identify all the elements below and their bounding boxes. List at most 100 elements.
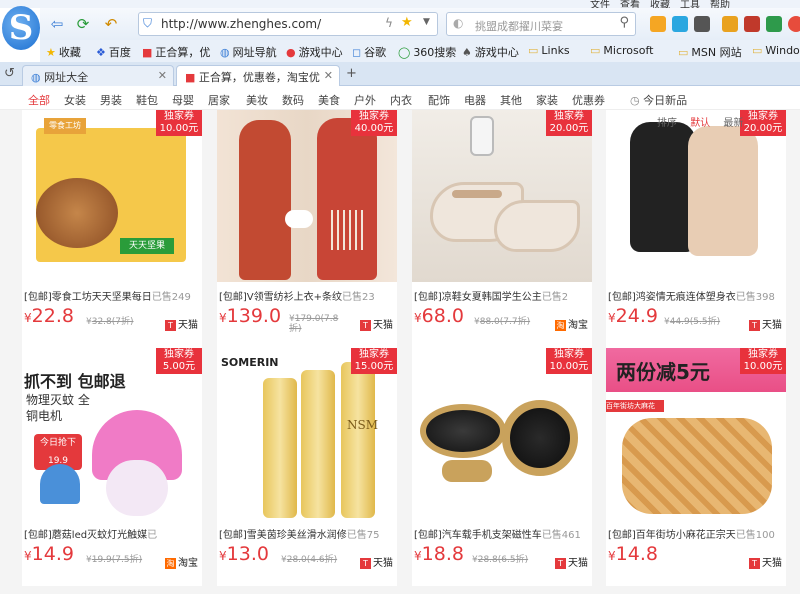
category-item[interactable]: 美食 <box>318 92 340 108</box>
product-title[interactable]: [包邮]V领雪纺衫上衣+条纹已售23 <box>219 288 395 303</box>
sort-newest[interactable]: 最新 <box>723 118 743 129</box>
tab-zhenghes[interactable]: ■ 正合算，优惠卷，淘宝优 ✕ <box>176 65 340 86</box>
shop-badge: T 天猫 <box>555 554 588 569</box>
coupon-badge[interactable]: 独家券 15.00元 <box>351 348 397 374</box>
category-item[interactable]: 女装 <box>64 92 86 108</box>
product-title[interactable]: [包邮]雪美茵珍美丝滑水润修已售75 <box>219 526 395 541</box>
brand-logo: SOMERIN <box>221 356 279 369</box>
bookmark-item[interactable]: ★ 收藏 <box>46 44 81 60</box>
product-price: ¥22.8 <box>24 305 74 327</box>
key-icon[interactable] <box>722 16 738 32</box>
coupon-badge[interactable]: 独家券 40.00元 <box>351 110 397 136</box>
category-item[interactable]: 内衣 <box>390 92 412 108</box>
refresh-icon[interactable]: ⟳ <box>72 14 94 34</box>
taobao-icon: 淘 <box>555 320 566 331</box>
undo-tab-icon[interactable]: ↺ <box>4 66 15 81</box>
category-item[interactable]: 其他 <box>500 92 522 108</box>
sort-default[interactable]: 默认 <box>690 118 710 129</box>
bookmark-item[interactable]: ● 游戏中心 <box>286 44 343 60</box>
lightning-icon[interactable]: ϟ <box>385 16 393 30</box>
browser-logo[interactable]: S <box>2 6 40 50</box>
chevron-down-icon[interactable]: ▼ <box>423 17 430 27</box>
product-card[interactable]: 零食工坊 天天坚果 独家券 10.00元 [包邮]零食工坊天天坚果每日已售249 … <box>22 110 202 348</box>
bookmark-item[interactable]: ■ 正合算，优 <box>142 44 210 60</box>
bookmark-item[interactable]: ❖ 百度 <box>96 44 131 60</box>
product-card[interactable]: SOMERIN NSM 独家券 15.00元 [包邮]雪美茵珍美丝滑水润修已售75… <box>217 348 397 586</box>
category-item[interactable]: 配饰 <box>428 92 450 108</box>
new-tab-icon[interactable]: + <box>346 66 357 81</box>
globe-icon: ◍ <box>31 71 41 84</box>
tab-bar: ↺ ◍ 网址大全 ✕ ■ 正合算，优惠卷，淘宝优 ✕ + <box>0 62 800 86</box>
address-bar[interactable]: ⛉ http://www.zhenghes.com/ ϟ ★ ▼ <box>138 12 438 36</box>
close-icon[interactable]: ✕ <box>324 69 333 82</box>
toolbar: ⇦ ⟳ ↶ ⛉ http://www.zhenghes.com/ ϟ ★ ▼ ◐… <box>40 8 800 40</box>
bookmark-item[interactable]: ◍ 网址导航 <box>220 44 277 60</box>
search-engine-icon[interactable]: ◐ <box>453 16 463 30</box>
bookmark-folder[interactable]: ▭Windows L <box>752 44 800 57</box>
original-price: ¥19.9(7.5折) <box>86 555 143 565</box>
product-card[interactable]: 独家券 40.00元 [包邮]V领雪纺衫上衣+条纹已售23 ¥139.0 ¥179… <box>217 110 397 348</box>
product-title[interactable]: [包邮]蘑菇led灭蚊灯光触媒已 <box>24 526 200 541</box>
product-card[interactable]: 独家券 10.00元 [包邮]汽车载手机支架磁性车已售461 ¥18.8 ¥28.… <box>412 348 592 586</box>
shop-badge: 淘淘宝 <box>555 320 588 331</box>
product-title[interactable]: [包邮]零食工坊天天坚果每日已售249 <box>24 288 200 303</box>
coupon-badge[interactable]: 独家券 10.00元 <box>546 348 592 374</box>
category-item[interactable]: 家装 <box>536 92 558 108</box>
product-title[interactable]: [包邮]汽车载手机支架磁性车已售461 <box>414 526 590 541</box>
product-card[interactable]: 两份减5元 百年街坊大麻花 独家券 10.00元 [包邮]百年街坊小麻花正宗天已售… <box>606 348 786 586</box>
tmall-icon: T <box>165 320 176 331</box>
bookmark-item[interactable]: ◯ 360搜索 <box>398 44 456 60</box>
extension-icon[interactable] <box>744 16 760 32</box>
category-item[interactable]: 居家 <box>208 92 230 108</box>
product-title[interactable]: [包邮]百年街坊小麻花正宗天已售100 <box>608 526 784 541</box>
category-item[interactable]: 美妆 <box>246 92 268 108</box>
product-card[interactable]: 独家券 20.00元 [包邮]凉鞋女夏韩国学生公主已售2 ¥68.0 ¥88.0(… <box>412 110 592 348</box>
product-price: ¥24.9 <box>608 305 658 327</box>
extension-icon[interactable] <box>766 16 782 32</box>
category-item[interactable]: 数码 <box>282 92 304 108</box>
extension-icon[interactable] <box>650 16 666 32</box>
extension-icon[interactable] <box>788 16 800 32</box>
site-favicon-icon: ■ <box>185 71 196 84</box>
scissors-icon[interactable] <box>694 16 710 32</box>
bookmark-folder[interactable]: ▭ MSN 网站 <box>678 44 742 60</box>
shop-badge: T 天猫 <box>749 554 782 569</box>
category-item[interactable]: 男装 <box>100 92 122 108</box>
category-item[interactable]: 电器 <box>464 92 486 108</box>
search-icon[interactable]: ⚲ <box>619 15 629 30</box>
category-item[interactable]: 优惠券 <box>572 92 605 108</box>
category-item[interactable]: 鞋包 <box>136 92 158 108</box>
category-item[interactable]: ◷ 今日新品 <box>630 92 687 108</box>
tmall-icon: T <box>360 558 371 569</box>
product-card[interactable]: 独家券 20.00元 [包邮]鸿姿情无痕连体塑身衣已售398 ¥24.9 ¥44.… <box>606 110 786 348</box>
category-item[interactable]: 全部 <box>28 92 50 108</box>
star-icon[interactable]: ★ <box>401 15 413 30</box>
undo-icon[interactable]: ↶ <box>100 14 122 34</box>
shop-badge: T 天猫 <box>360 316 393 331</box>
original-price: ¥32.8(7折) <box>86 317 134 327</box>
coupon-badge[interactable]: 独家券 10.00元 <box>156 110 202 136</box>
coupon-badge[interactable]: 独家券 20.00元 <box>546 110 592 136</box>
product-card[interactable]: 抓不到 包邮退 物理灭蚊 全铜电机 今日抢下 19.9 独家券 5.00元 [包邮… <box>22 348 202 586</box>
category-item[interactable]: 母婴 <box>172 92 194 108</box>
address-url[interactable]: http://www.zhenghes.com/ <box>161 17 321 31</box>
shop-badge: T 天猫 <box>749 316 782 331</box>
brand-logo: 零食工坊 <box>44 118 86 134</box>
back-icon[interactable]: ⇦ <box>46 14 68 34</box>
extension-icon[interactable] <box>672 16 688 32</box>
bookmark-item[interactable]: ◻ 谷歌 <box>352 44 386 60</box>
menu-bar: 文件 查看 收藏 工具 帮助 <box>0 0 800 11</box>
close-icon[interactable]: ✕ <box>158 69 167 82</box>
tab-url-directory[interactable]: ◍ 网址大全 ✕ <box>22 65 174 86</box>
bookmark-folder[interactable]: ▭ Microsoft <box>590 44 653 57</box>
coupon-badge[interactable]: 独家券 5.00元 <box>156 348 202 374</box>
bookmark-folder[interactable]: ▭ Links <box>528 44 570 57</box>
product-title[interactable]: [包邮]凉鞋女夏韩国学生公主已售2 <box>414 288 590 303</box>
shop-badge: 淘淘宝 <box>165 558 198 569</box>
category-item[interactable]: 户外 <box>354 92 376 108</box>
product-title[interactable]: [包邮]鸿姿情无痕连体塑身衣已售398 <box>608 288 784 303</box>
search-box[interactable]: ◐ 挑盟成都擢川菜宴 ⚲ <box>446 12 636 36</box>
coupon-badge[interactable]: 独家券 10.00元 <box>740 348 786 374</box>
bookmark-item[interactable]: ♠ 游戏中心 <box>462 44 519 60</box>
clock-icon: ◷ <box>630 94 640 107</box>
